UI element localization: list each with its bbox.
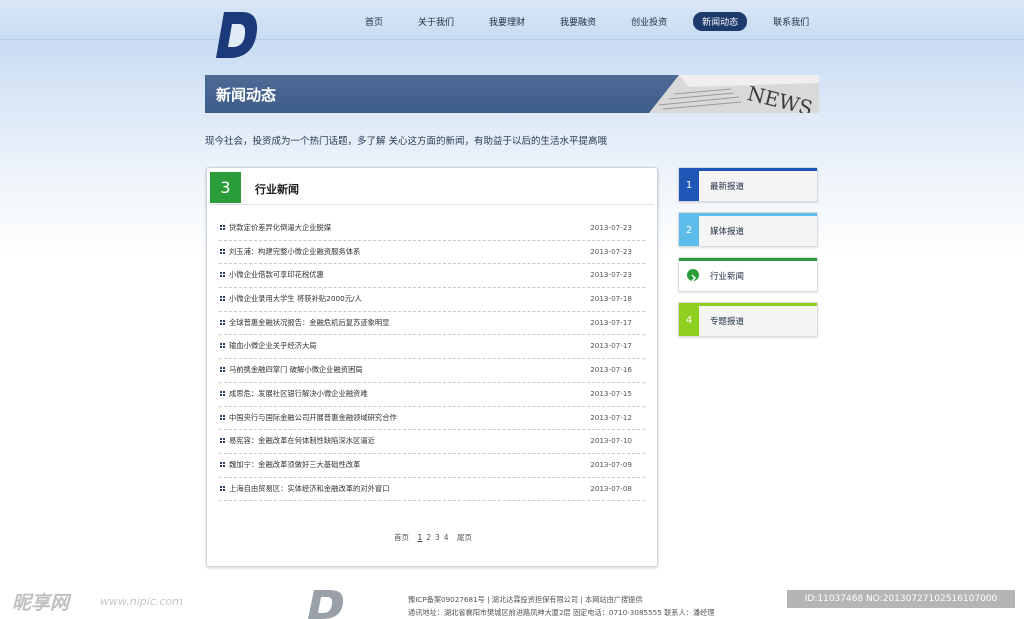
arrow-right-icon — [687, 269, 699, 282]
bullet-icon — [220, 272, 225, 278]
news-title[interactable]: 小微企业借款可享印花税优惠 — [229, 270, 324, 280]
news-panel: 3 行业新闻 贷款定价差异化倒逼大企业脱媒 2013-07-23 刘玉浦：构建完整小… — [206, 167, 658, 567]
sidebar-item-3[interactable]: 4 专题报道 — [678, 302, 818, 337]
sidebar-item-2[interactable]: 行业新闻 — [678, 257, 818, 292]
watermark-id: ID:11037468 NO:20130727102516107000 — [787, 590, 1015, 608]
news-date: 2013-07-12 — [590, 412, 632, 422]
news-date: 2013-07-23 — [590, 246, 632, 256]
nav-item-2[interactable]: 我要理财 — [480, 12, 534, 31]
sidebar-accent — [679, 258, 817, 261]
footer-logo — [308, 590, 344, 619]
intro-text: 现今社会，投资成为一个热门话题，多了解 关心这方面的新闻，有助益于以后的生活水平… — [205, 136, 608, 147]
news-date: 2013-07-10 — [590, 436, 632, 446]
news-date: 2013-07-15 — [590, 388, 632, 398]
news-title[interactable]: 贷款定价差异化倒逼大企业脱媒 — [229, 223, 331, 233]
bullet-icon — [220, 319, 225, 325]
sidebar-label: 媒体报道 — [710, 227, 745, 237]
sidebar-accent — [679, 303, 817, 306]
footer-info: 豫ICP备案09027681号 | 湖北达霖投资担保有限公司 | 本网站由广搜提… — [408, 593, 714, 619]
pager-last[interactable]: 尾页 — [457, 533, 472, 542]
news-date: 2013-07-09 — [590, 459, 632, 469]
bullet-icon — [220, 367, 225, 373]
news-row[interactable]: 上海自由贸易区：实体经济和金融改革的对外窗口 2013-07-08 — [219, 478, 645, 502]
news-title[interactable]: 全球普惠金融状况报告：金融危机后复苏迹象明显 — [229, 318, 390, 328]
bullet-icon — [220, 296, 225, 302]
category-title: 行业新闻 — [255, 183, 299, 196]
sidebar-item-1[interactable]: 2 媒体报道 — [678, 212, 818, 247]
news-row[interactable]: 成思危：发展社区银行解决小微企业融资难 2013-07-15 — [219, 383, 645, 407]
sidebar-number: 1 — [679, 168, 699, 201]
sidebar-number: 4 — [679, 303, 699, 336]
sidebar-accent — [679, 168, 817, 171]
sidebar-number: 2 — [679, 213, 699, 246]
news-date: 2013-07-17 — [590, 317, 632, 327]
news-title[interactable]: 上海自由贸易区：实体经济和金融改革的对外窗口 — [229, 484, 390, 494]
news-date: 2013-07-18 — [590, 294, 632, 304]
news-title[interactable]: 中国央行与国际金融公司开展普惠金融领域研究合作 — [229, 413, 397, 423]
news-date: 2013-07-17 — [590, 341, 632, 351]
news-row[interactable]: 贷款定价差异化倒逼大企业脱媒 2013-07-23 — [219, 217, 645, 241]
news-date: 2013-07-23 — [590, 270, 632, 280]
pager-page-1[interactable]: 1 — [417, 533, 422, 542]
pagination: 首页 1234 尾页 — [207, 532, 659, 543]
bullet-icon — [220, 461, 225, 467]
pager-page-2[interactable]: 2 — [426, 533, 431, 542]
footer-line-2: 通讯地址：湖北省襄阳市樊城区前进路凤神大厦2层 固定电话：0710-308555… — [408, 608, 715, 617]
sidebar-label: 专题报道 — [710, 317, 745, 327]
nav-item-1[interactable]: 关于我们 — [409, 12, 463, 31]
page-banner: 新闻动态 NEWS — [205, 75, 819, 113]
sidebar-item-0[interactable]: 1 最新报道 — [678, 167, 818, 202]
bullet-icon — [220, 438, 225, 444]
pager-page-4[interactable]: 4 — [444, 533, 449, 542]
footer-line-1: 豫ICP备案09027681号 | 湖北达霖投资担保有限公司 | 本网站由广搜提… — [408, 595, 643, 604]
bullet-icon — [220, 248, 225, 254]
sidebar-accent — [679, 213, 817, 216]
news-row[interactable]: 易宪容：金融改革在何体制性缺陷深水区逼近 2013-07-10 — [219, 430, 645, 454]
news-title[interactable]: 魏加宁：金融改革须做好三大基础性改革 — [229, 460, 360, 470]
nav-item-5[interactable]: 新闻动态 — [693, 12, 748, 31]
panel-header: 3 行业新闻 — [210, 171, 654, 205]
page-title: 新闻动态 — [216, 86, 277, 104]
category-sidebar: 1 最新报道 2 媒体报道行业新闻 4 专题报道 — [678, 167, 818, 347]
news-row[interactable]: 中国央行与国际金融公司开展普惠金融领域研究合作 2013-07-12 — [219, 407, 645, 431]
site-logo[interactable]: D — [214, 10, 260, 60]
news-title[interactable]: 马前携金融四掌门 破解小微企业融资困局 — [229, 365, 363, 375]
news-row[interactable]: 小微企业录用大学生 将获补贴2000元/人 2013-07-18 — [219, 288, 645, 312]
news-row[interactable]: 全球普惠金融状况报告：金融危机后复苏迹象明显 2013-07-17 — [219, 312, 645, 336]
watermark-site: 昵享网 — [12, 592, 70, 614]
bullet-icon — [220, 343, 225, 349]
bullet-icon — [220, 414, 225, 420]
news-title[interactable]: 成思危：发展社区银行解决小微企业融资难 — [229, 389, 368, 399]
news-row[interactable]: 刘玉浦：构建完整小微企业融资服务体系 2013-07-23 — [219, 241, 645, 265]
bullet-icon — [220, 485, 225, 491]
news-row[interactable]: 输血小微企业关乎经济大局 2013-07-17 — [219, 335, 645, 360]
nav-item-3[interactable]: 我要融资 — [551, 12, 605, 31]
bullet-icon — [220, 390, 225, 396]
news-row[interactable]: 马前携金融四掌门 破解小微企业融资困局 2013-07-16 — [219, 359, 645, 383]
bullet-icon — [220, 225, 225, 230]
main-nav: 首页 关于我们 我要理财 我要融资 创业投资 新闻动态 联系我们 — [356, 12, 835, 31]
sidebar-label: 最新报道 — [710, 182, 745, 192]
news-title[interactable]: 刘玉浦：构建完整小微企业融资服务体系 — [229, 247, 360, 257]
news-date: 2013-07-08 — [590, 483, 632, 493]
category-number: 3 — [210, 172, 241, 203]
sidebar-label: 行业新闻 — [710, 272, 745, 282]
newspaper-image: NEWS — [649, 75, 819, 113]
news-title[interactable]: 小微企业录用大学生 将获补贴2000元/人 — [229, 294, 362, 304]
news-date: 2013-07-23 — [590, 223, 632, 232]
pager-first[interactable]: 首页 — [394, 533, 409, 542]
nav-item-6[interactable]: 联系我们 — [764, 12, 818, 31]
news-date: 2013-07-16 — [590, 365, 632, 375]
news-row[interactable]: 小微企业借款可享印花税优惠 2013-07-23 — [219, 264, 645, 289]
news-row[interactable]: 魏加宁：金融改革须做好三大基础性改革 2013-07-09 — [219, 454, 645, 478]
news-title[interactable]: 易宪容：金融改革在何体制性缺陷深水区逼近 — [229, 436, 375, 446]
news-title[interactable]: 输血小微企业关乎经济大局 — [229, 341, 317, 351]
nav-item-4[interactable]: 创业投资 — [622, 12, 676, 31]
watermark-url: www.nipic.com — [100, 595, 183, 608]
news-list: 贷款定价差异化倒逼大企业脱媒 2013-07-23 刘玉浦：构建完整小微企业融资服务… — [219, 217, 645, 502]
nav-item-0[interactable]: 首页 — [356, 12, 392, 31]
pager-page-3[interactable]: 3 — [435, 533, 440, 542]
